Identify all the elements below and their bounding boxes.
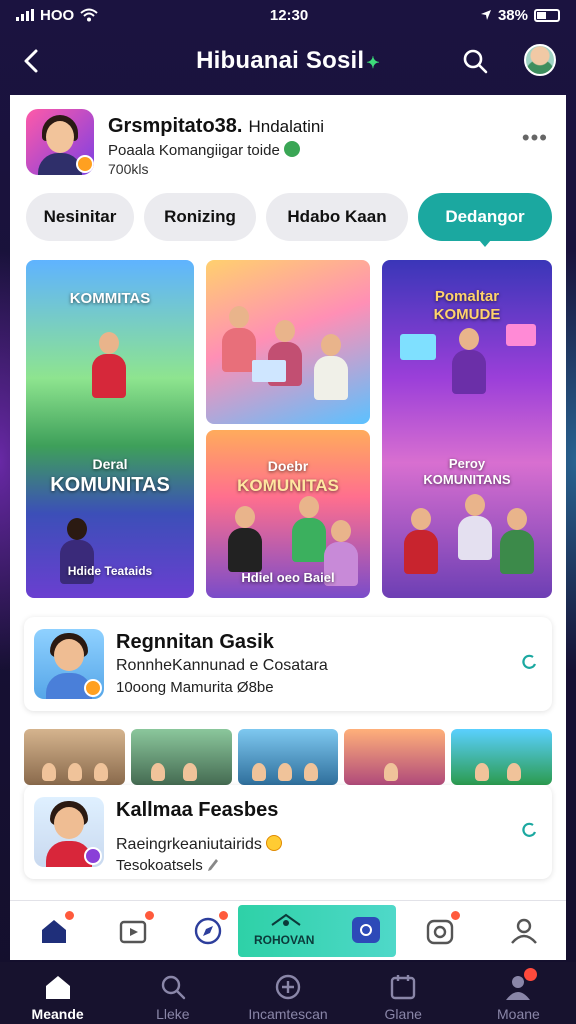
gallery-tile-digital-community[interactable]: Pomaltar KOMUDE Peroy KOMUNITANS <box>382 260 552 598</box>
card-subtitle: RonnheKannunad e Cosatara <box>116 657 328 674</box>
strip-thumbnail[interactable] <box>344 729 446 785</box>
tile-caption: Hdiel oeo Baiel <box>241 570 335 585</box>
group-name-text: Grsmpitato38. <box>108 115 243 137</box>
search-icon[interactable] <box>460 46 490 76</box>
carrier-label: HOO <box>40 6 75 24</box>
tab-dedangor[interactable]: Dedangor <box>418 193 552 247</box>
inner-nav-bar: ROHOVAN <box>10 900 566 960</box>
tile-caption: Deral <box>92 456 128 472</box>
tab-bar-search[interactable]: Lleke <box>115 962 230 1024</box>
app-header: Hibuanai Sosil ✦ <box>0 36 576 86</box>
tab-bar-label: Glane <box>384 1006 422 1022</box>
calendar-icon <box>391 975 416 1000</box>
strip-thumbnail[interactable] <box>451 729 552 785</box>
gallery-tile-group-laptop[interactable] <box>206 260 370 424</box>
main-panel: Grsmpitato38. Hndalatini Poaala Komangiig… <box>10 95 566 960</box>
battery-icon <box>533 8 560 22</box>
refresh-icon[interactable] <box>520 653 538 671</box>
home-icon[interactable] <box>38 909 76 947</box>
card-title: Regnnitan Gasik <box>116 631 274 653</box>
tile-caption: KOMUDE <box>433 306 501 323</box>
tab-bar-label: Lleke <box>156 1006 190 1022</box>
list-item[interactable]: Regnnitan Gasik RonnheKannunad e Cosatar… <box>24 617 552 711</box>
tile-caption: Pomaltar <box>434 288 500 305</box>
strip-thumbnail[interactable] <box>24 729 125 785</box>
refresh-icon[interactable] <box>520 821 538 839</box>
card-subtitle-text: Raeingrkeaniutairids <box>116 836 262 853</box>
gallery-tile-community-meetup[interactable]: Doebr KOMUNITAS Hdiel oeo Baiel <box>206 430 370 598</box>
wifi-icon <box>80 8 98 22</box>
tab-bar-home[interactable]: Meande <box>0 962 115 1024</box>
group-description: Poaala Komangiigar toide <box>108 141 300 159</box>
page-title-text: Hibuanai Sosil <box>196 47 365 74</box>
tile-caption: KOMMITAS <box>69 290 151 307</box>
card-thumbnail <box>34 629 104 699</box>
tab-bar-label: Incamtescan <box>248 1006 328 1022</box>
location-arrow-icon <box>480 10 491 20</box>
search-icon <box>161 975 185 1000</box>
tab-ronizing[interactable]: Ronizing <box>144 193 256 241</box>
media-gallery: KOMMITAS Deral KOMUNITAS Hdide Teataids … <box>26 260 552 598</box>
broadcast-icon <box>271 913 301 926</box>
back-arrow-icon[interactable] <box>18 46 48 76</box>
card-thumbnail <box>34 797 104 867</box>
tab-bar-profile[interactable]: Moane <box>461 962 576 1024</box>
battery-percent: 38% <box>497 6 528 24</box>
tile-caption: KOMUNITANS <box>423 472 511 487</box>
tab-hdabo-kaan[interactable]: Hdabo Kaan <box>266 193 408 241</box>
camera-icon <box>352 917 380 943</box>
plus-circle-icon <box>275 974 301 1000</box>
group-name: Grsmpitato38. Hndalatini <box>108 115 324 138</box>
thumbnail-strip <box>24 729 552 785</box>
group-avatar[interactable] <box>26 109 94 175</box>
tab-row: Nesinitar Ronizing Hdabo Kaan Dedangor <box>26 193 552 247</box>
card-meta-text: Tesokoatsels <box>116 857 203 874</box>
status-right: 38% <box>480 7 560 24</box>
more-options-icon[interactable]: ••• <box>522 125 548 151</box>
group-member-count: 700kls <box>108 161 149 177</box>
card-meta: 10oong Mamurita Ø8be <box>116 679 274 696</box>
video-icon[interactable] <box>118 909 156 947</box>
live-label: ROHOVAN <box>254 933 315 947</box>
profile-icon <box>503 968 538 1002</box>
verified-badge-icon <box>76 155 94 173</box>
group-header: Grsmpitato38. Hndalatini Poaala Komangiig… <box>26 109 550 179</box>
live-stream-button[interactable]: ROHOVAN <box>238 905 396 957</box>
pencil-icon <box>207 859 218 871</box>
list-item[interactable]: Kallmaa Feasbes Raeingrkeaniutairids Tes… <box>24 785 552 879</box>
tab-bar-events[interactable]: Glane <box>346 962 461 1024</box>
tile-caption: Peroy <box>448 456 486 471</box>
card-title: Kallmaa Feasbes <box>116 799 279 821</box>
strip-thumbnail[interactable] <box>130 729 232 785</box>
signal-icon <box>16 9 34 21</box>
strip-thumbnail[interactable] <box>237 729 339 785</box>
tile-caption: KOMUNITAS <box>237 476 339 495</box>
tile-caption: KOMUNITAS <box>50 474 170 496</box>
status-left: HOO <box>16 7 98 24</box>
smile-emoji-icon <box>265 835 282 851</box>
gallery-tile-community-park[interactable]: KOMMITAS Deral KOMUNITAS Hdide Teataids <box>26 260 194 598</box>
tab-bar-label: Meande <box>31 1006 84 1022</box>
notification-badge <box>524 968 538 981</box>
profile-icon[interactable] <box>508 915 540 947</box>
instagram-icon[interactable] <box>424 909 462 947</box>
group-description-text: Poaala Komangiigar toide <box>108 142 280 159</box>
status-bar: HOO 12:30 38% <box>0 0 576 30</box>
compass-icon[interactable] <box>192 909 230 947</box>
tab-bar-label: Moane <box>497 1006 540 1022</box>
tab-nesinitar[interactable]: Nesinitar <box>26 193 134 241</box>
card-meta: Tesokoatsels <box>116 857 219 874</box>
group-name-suffix: Hndalatini <box>248 117 325 136</box>
sparkle-icon: ✦ <box>366 55 380 72</box>
status-time: 12:30 <box>269 6 309 24</box>
user-avatar[interactable] <box>524 44 556 76</box>
emoji-icon <box>283 141 300 157</box>
tile-caption: Hdide Teataids <box>67 564 153 578</box>
card-subtitle: Raeingrkeaniutairids <box>116 835 282 854</box>
home-icon <box>45 976 70 999</box>
page-title: Hibuanai Sosil ✦ <box>196 47 380 75</box>
tab-bar-create[interactable]: Incamtescan <box>230 962 345 1024</box>
tile-caption: Doebr <box>267 458 309 474</box>
bottom-tab-bar: Meande Lleke Incamtescan Glane Moane <box>0 962 576 1024</box>
